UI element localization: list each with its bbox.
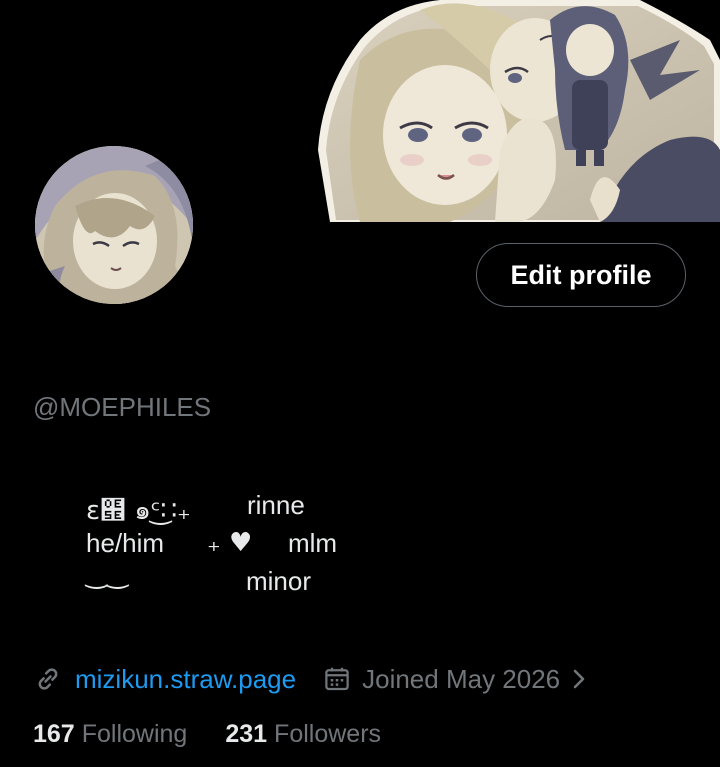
bio-line3-decoration: ‿‿: [86, 560, 128, 590]
profile-handle: @MOEPHILES: [33, 392, 212, 422]
bio-line1-decoration: ɛ๞ ๑ᶜ͜∷₊: [86, 496, 191, 526]
website-link[interactable]: mizikun.straw.page: [75, 664, 296, 695]
profile-meta-row: mizikun.straw.page Joined May 2026: [33, 659, 588, 699]
banner-artwork: [300, 0, 720, 222]
bio-line1-text: rinne: [247, 490, 305, 520]
link-icon: [33, 664, 63, 694]
bio-line3-text: minor: [246, 566, 312, 596]
following-link[interactable]: 167 Following: [33, 720, 187, 749]
followers-link[interactable]: 231 Followers: [225, 720, 381, 749]
bio-pronouns: he/him: [86, 528, 165, 558]
follow-counts: 167 Following 231 Followers: [33, 720, 381, 749]
header-banner[interactable]: [300, 0, 720, 222]
avatar-artwork: [35, 146, 193, 304]
bio-line2-text: mlm: [288, 528, 338, 558]
chevron-right-icon: [570, 666, 588, 692]
bio-heart-decoration: ₊ ♥: [207, 528, 253, 558]
calendar-icon: [322, 664, 352, 694]
avatar[interactable]: [35, 146, 193, 304]
followers-label: Followers: [274, 720, 382, 748]
followers-count: 231: [225, 720, 268, 748]
edit-profile-button[interactable]: Edit profile: [476, 243, 686, 307]
following-label: Following: [81, 720, 188, 748]
joined-text: Joined May 2026: [362, 663, 561, 694]
following-count: 167: [33, 720, 75, 748]
joined-date[interactable]: Joined May 2026: [322, 664, 588, 695]
